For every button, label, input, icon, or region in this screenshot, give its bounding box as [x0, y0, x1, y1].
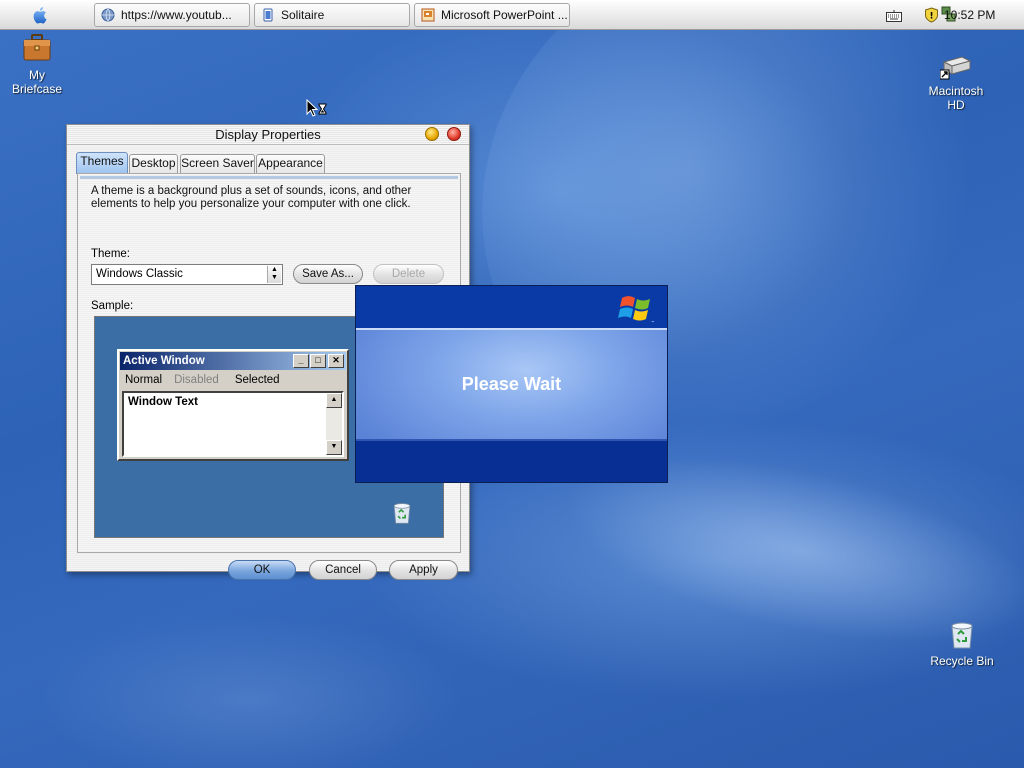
- please-wait-footer: [356, 441, 667, 482]
- menu-bar: https://www.youtub... Solitaire Microsof…: [0, 0, 1024, 30]
- apply-button[interactable]: Apply: [389, 560, 458, 580]
- hard-drive-icon: [940, 56, 972, 80]
- sample-window-client: Window Text ▲ ▼: [122, 391, 344, 457]
- sample-maximize-icon: □: [310, 354, 326, 368]
- sample-minimize-icon: _: [293, 354, 309, 368]
- please-wait-header: ™: [356, 286, 667, 328]
- tab-themes[interactable]: Themes: [76, 152, 128, 174]
- panel-divider: [80, 176, 458, 179]
- keyboard-icon[interactable]: [886, 9, 902, 22]
- taskbar-button-powerpoint[interactable]: Microsoft PowerPoint ...: [414, 3, 570, 27]
- globe-icon: [101, 8, 115, 22]
- theme-select-value: Windows Classic: [96, 268, 183, 280]
- window-titlebar[interactable]: Display Properties: [67, 125, 469, 145]
- tab-desktop[interactable]: Desktop: [129, 154, 178, 173]
- theme-select[interactable]: Windows Classic ▲ ▼: [91, 264, 283, 285]
- desktop-icon-label: HD: [947, 98, 965, 112]
- save-as-button[interactable]: Save As...: [293, 264, 363, 284]
- sample-menu-bar: Normal Disabled Selected: [119, 371, 347, 389]
- sample-window-title: Active Window: [123, 355, 205, 367]
- theme-label: Theme:: [91, 248, 130, 260]
- sample-menu-disabled: Disabled: [174, 374, 219, 386]
- please-wait-dialog: ™ Please Wait: [355, 285, 668, 483]
- recycle-bin-icon: [951, 622, 973, 649]
- desktop-icon-label: Recycle Bin: [930, 654, 994, 668]
- desktop-icon-label: Macintosh: [928, 84, 984, 98]
- minimize-button[interactable]: [425, 127, 439, 141]
- taskbar-button-label: Solitaire: [281, 8, 325, 22]
- ok-button[interactable]: OK: [228, 560, 296, 580]
- sample-close-icon: ✕: [328, 354, 344, 368]
- desktop-icon-my-briefcase[interactable]: My Briefcase: [0, 32, 77, 96]
- sample-label: Sample:: [91, 300, 134, 312]
- cancel-button[interactable]: Cancel: [309, 560, 377, 580]
- please-wait-text: Please Wait: [461, 374, 562, 394]
- desktop-icon-label: Briefcase: [11, 82, 63, 96]
- sample-scrollbar: ▲ ▼: [326, 393, 342, 455]
- busy-cursor-icon: [306, 99, 327, 117]
- briefcase-icon: [23, 34, 51, 61]
- window-title: Display Properties: [215, 127, 321, 142]
- taskbar-button-browser[interactable]: https://www.youtub...: [94, 3, 250, 27]
- solitaire-icon: [263, 8, 273, 22]
- windows-logo-icon: ™: [618, 296, 655, 325]
- close-button[interactable]: [447, 127, 461, 141]
- select-arrows-icon: ▲ ▼: [267, 266, 281, 283]
- tab-appearance[interactable]: Appearance: [256, 154, 325, 173]
- scroll-down-icon: ▼: [326, 440, 342, 455]
- powerpoint-icon: [421, 8, 435, 22]
- taskbar-button-label: https://www.youtub...: [121, 8, 232, 22]
- security-shield-icon[interactable]: !: [924, 7, 939, 23]
- sample-menu-normal: Normal: [125, 374, 163, 386]
- desktop-icon-label: My: [29, 68, 45, 82]
- sample-window-text: Window Text: [128, 396, 198, 408]
- svg-text:!: !: [929, 12, 933, 22]
- sample-active-window: Active Window _ □ ✕ Normal Disabled Sele…: [117, 349, 349, 461]
- taskbar-button-solitaire[interactable]: Solitaire: [254, 3, 410, 27]
- tab-screen-saver[interactable]: Screen Saver: [180, 154, 255, 173]
- desktop-icon-recycle-bin[interactable]: Recycle Bin: [922, 620, 1002, 668]
- sample-menu-selected: Selected: [234, 374, 280, 386]
- sample-window-titlebar: Active Window _ □ ✕: [120, 352, 346, 370]
- apple-menu-icon[interactable]: [32, 6, 50, 24]
- scroll-up-icon: ▲: [326, 393, 342, 408]
- delete-button[interactable]: Delete: [373, 264, 444, 284]
- desktop-icon-macintosh-hd[interactable]: Macintosh HD: [916, 54, 996, 112]
- svg-text:™: ™: [651, 320, 655, 325]
- theme-description: A theme is a background plus a set of so…: [91, 185, 412, 210]
- clock[interactable]: 10:52 PM: [944, 8, 995, 22]
- recycle-bin-icon: [393, 503, 411, 524]
- taskbar-button-label: Microsoft PowerPoint ...: [441, 8, 568, 22]
